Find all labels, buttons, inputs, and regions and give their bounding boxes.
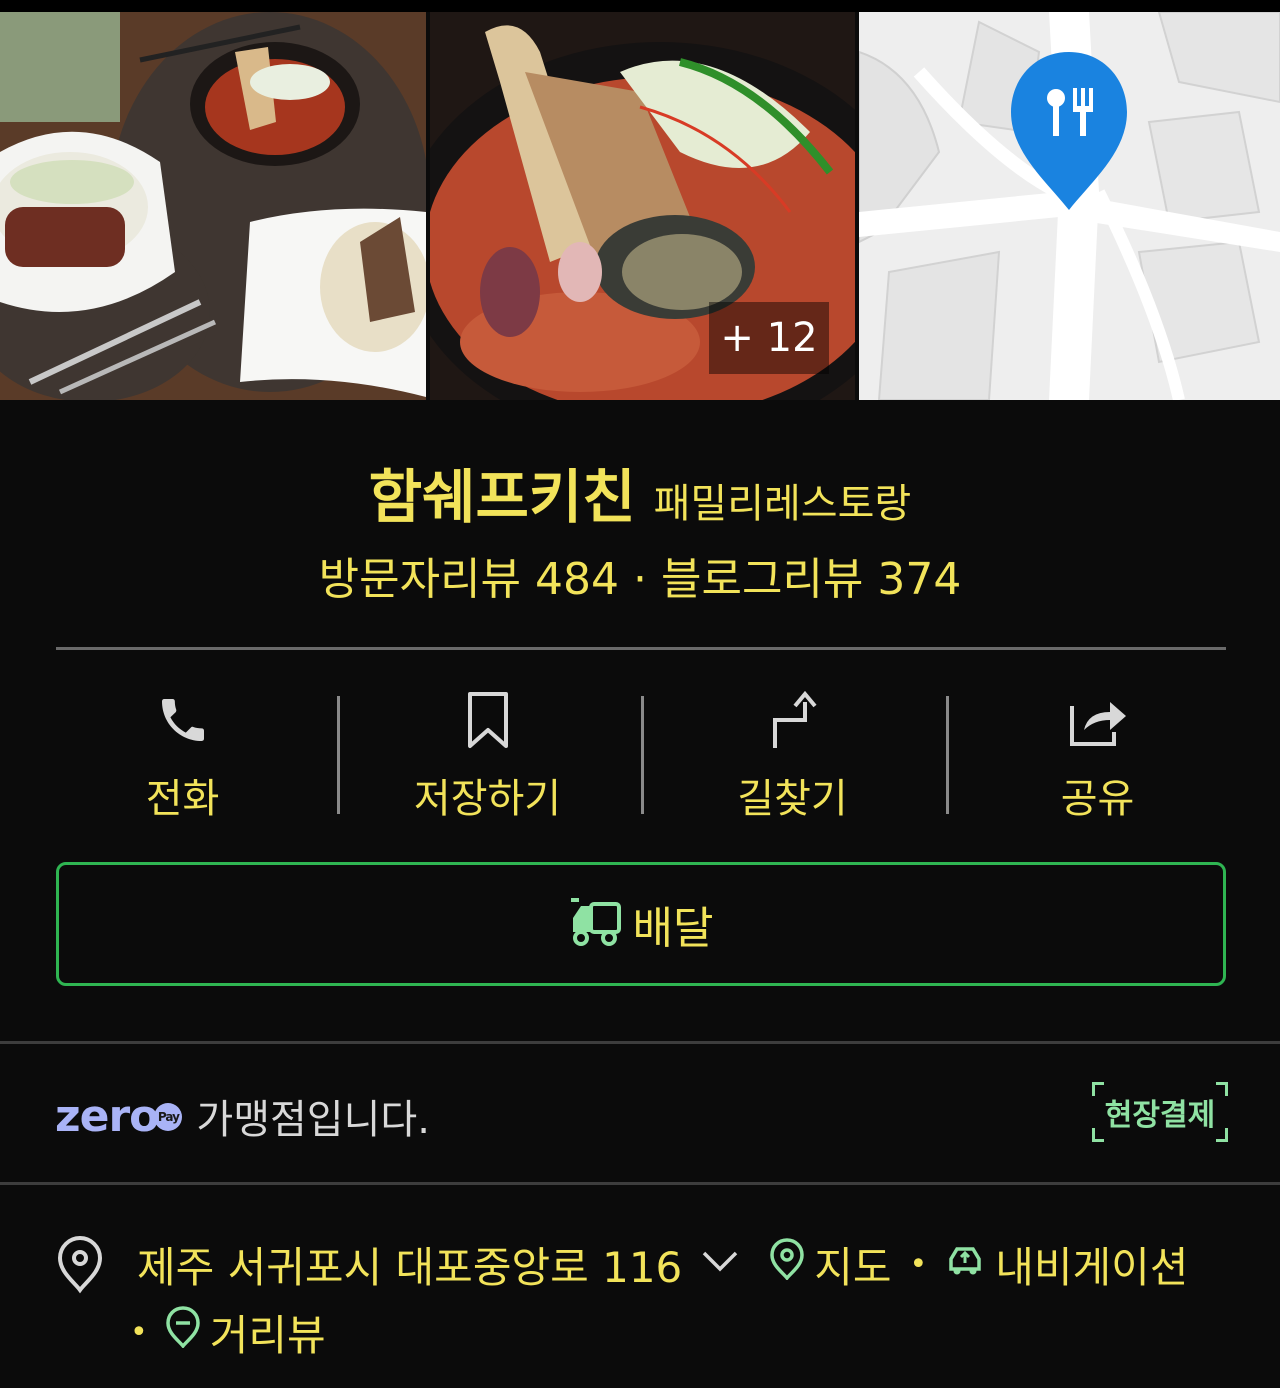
share-label: 공유 — [1060, 776, 1135, 822]
phone-icon — [151, 688, 215, 752]
address-row-2: • 거리뷰 — [130, 1304, 326, 1360]
zeropay-logo-text: zero — [55, 1090, 159, 1142]
action-separator — [641, 696, 644, 814]
map-pin-icon — [770, 1238, 805, 1290]
address-text[interactable]: 제주 서귀포시 대포중앙로 116 — [137, 1234, 682, 1295]
divider — [56, 647, 1226, 650]
car-navigation-icon — [945, 1239, 985, 1289]
navigation-link[interactable]: 내비게이션 — [945, 1234, 1188, 1295]
share-icon — [1066, 688, 1130, 752]
share-button[interactable]: 공유 — [945, 684, 1250, 824]
photo-gallery: + 12 — [0, 12, 1280, 400]
directions-label: 길찾기 — [737, 776, 848, 822]
map-link-label: 지도 — [814, 1242, 892, 1292]
delivery-button[interactable]: 배달 — [56, 862, 1226, 986]
link-separator: • — [130, 1314, 148, 1350]
visitor-reviews-link[interactable]: 방문자리뷰 484 — [319, 554, 619, 605]
zeropay-text: 가맹점입니다. — [196, 1097, 430, 1143]
onsite-payment-badge: 현장결제 — [1092, 1082, 1228, 1142]
save-label: 저장하기 — [413, 776, 562, 822]
map-thumbnail[interactable] — [859, 12, 1280, 400]
action-bar: 전화 저장하기 길찾기 공유 — [30, 684, 1250, 824]
chevron-down-icon[interactable] — [700, 1249, 740, 1279]
place-category: 패밀리레스토랑 — [653, 481, 912, 527]
map-link[interactable]: 지도 — [770, 1234, 892, 1295]
more-photos-count[interactable]: + 12 — [709, 302, 829, 374]
zeropay-logo-badge: Pay — [154, 1102, 183, 1131]
title-row: 함쉐프키친 패밀리레스토랑 — [0, 450, 1280, 534]
delivery-truck-icon — [569, 898, 623, 950]
address-row: 제주 서귀포시 대포중앙로 116 지도 • 내비게이션 — [137, 1234, 1188, 1294]
action-separator — [337, 696, 340, 814]
location-pin-icon — [56, 1234, 104, 1298]
call-label: 전화 — [145, 776, 220, 822]
photo-thumbnail-stew[interactable]: + 12 — [430, 12, 855, 400]
status-bar-strip — [0, 0, 1280, 12]
street-view-link[interactable]: 거리뷰 — [165, 1302, 326, 1363]
delivery-label: 배달 — [632, 903, 714, 954]
directions-icon — [761, 688, 825, 752]
review-summary: 방문자리뷰 484 · 블로그리뷰 374 — [0, 543, 1280, 607]
call-button[interactable]: 전화 — [30, 684, 335, 824]
onsite-payment-label: 현장결제 — [1104, 1098, 1216, 1133]
zeropay-row: zeroPay 가맹점입니다. — [55, 1086, 430, 1146]
directions-button[interactable]: 길찾기 — [640, 684, 945, 824]
place-name: 함쉐프키친 — [368, 463, 636, 531]
blog-reviews-link[interactable]: 블로그리뷰 374 — [661, 554, 961, 605]
review-separator: · — [633, 554, 647, 605]
save-button[interactable]: 저장하기 — [335, 684, 640, 824]
section-divider — [0, 1182, 1280, 1185]
action-separator — [946, 696, 949, 814]
link-separator: • — [909, 1246, 928, 1282]
street-view-label: 거리뷰 — [209, 1310, 326, 1360]
section-divider — [0, 1041, 1280, 1044]
photo-thumbnail-dishes[interactable] — [0, 12, 426, 400]
bookmark-icon — [456, 688, 520, 752]
street-view-icon — [165, 1306, 200, 1358]
navigation-link-label: 내비게이션 — [995, 1242, 1189, 1292]
zeropay-logo: zeroPay — [55, 1090, 183, 1142]
